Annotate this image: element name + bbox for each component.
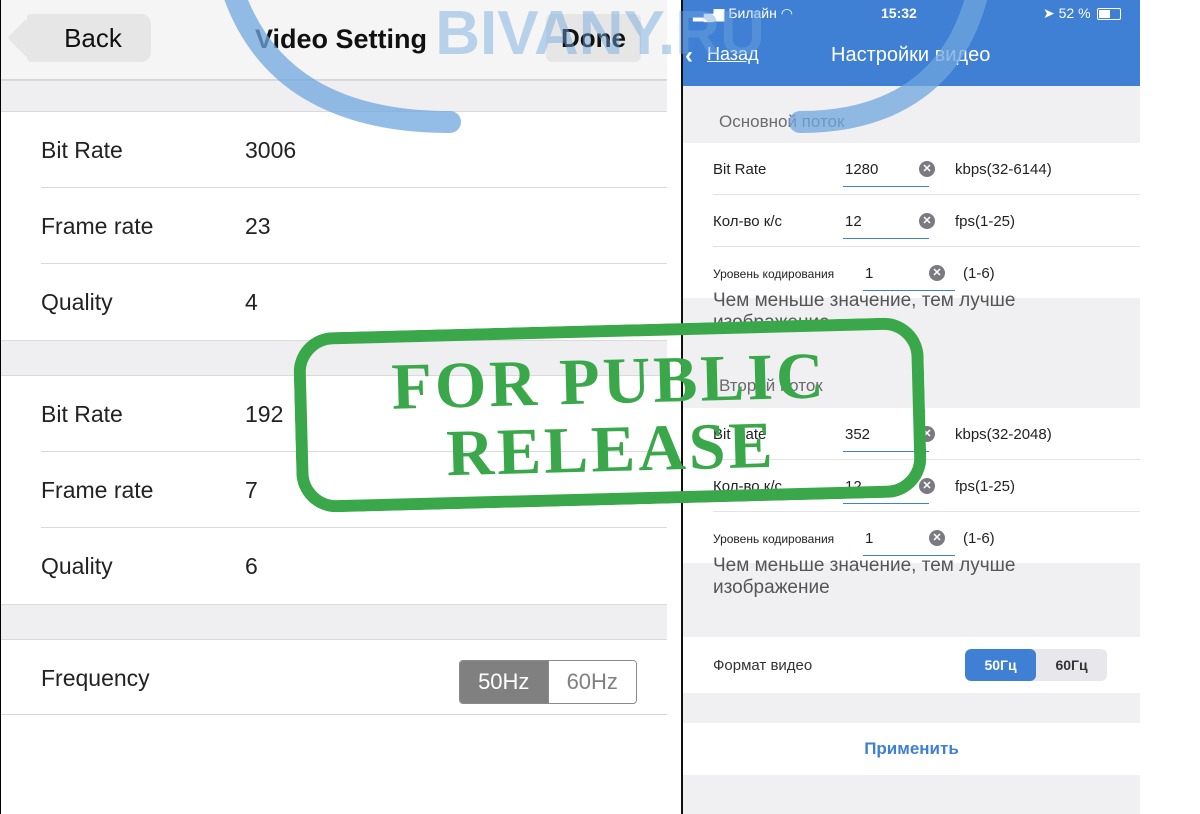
second-bitrate-row: Bit Rate 352 ✕ kbps(32-2048) bbox=[683, 408, 1140, 460]
main-stream-header: Основной поток bbox=[683, 92, 1140, 132]
main-encoding-range: (1-6) bbox=[963, 265, 995, 282]
frequency-60hz-segment[interactable]: 60Hz bbox=[547, 661, 636, 703]
battery-indicator: ➤ 52 % bbox=[1043, 5, 1122, 22]
clear-icon[interactable]: ✕ bbox=[919, 426, 935, 442]
quality-value[interactable]: 4 bbox=[245, 264, 258, 340]
second-bitrate-label: Bit Rate bbox=[713, 426, 767, 443]
clear-icon[interactable]: ✕ bbox=[919, 478, 935, 494]
frame-rate-label: Frame rate bbox=[41, 477, 154, 503]
main-stream-card: Bit Rate 1280 ✕ kbps(32-6144) Кол-во к/с… bbox=[683, 143, 1140, 298]
quality-row-2[interactable]: Quality 6 bbox=[1, 528, 667, 604]
status-bar: ▂▄▆ Билайн ◠ 15:32 ➤ 52 % bbox=[683, 0, 1140, 30]
format-60hz-segment[interactable]: 60Гц bbox=[1036, 649, 1107, 681]
frame-rate-row[interactable]: Frame rate 23 bbox=[1, 188, 667, 264]
signal-icon: ▂▄▆ bbox=[693, 5, 725, 21]
legacy-video-settings-screen: Back Video Setting Done Bit Rate 3006 Fr… bbox=[0, 0, 667, 814]
main-bitrate-label: Bit Rate bbox=[713, 161, 767, 178]
main-bitrate-input[interactable]: 1280 bbox=[845, 161, 878, 178]
navigation-bar: Back Video Setting Done bbox=[1, 0, 667, 80]
bit-rate-label: Bit Rate bbox=[41, 137, 123, 163]
frame-rate-value[interactable]: 23 bbox=[245, 188, 271, 264]
main-encoding-input[interactable]: 1 bbox=[865, 265, 873, 282]
frequency-row: Frequency 50Hz 60Hz bbox=[1, 640, 667, 716]
clear-icon[interactable]: ✕ bbox=[919, 213, 935, 229]
frequency-label: Frequency bbox=[41, 665, 150, 691]
video-format-label: Формат видео bbox=[713, 657, 813, 674]
back-link[interactable]: ‹ Назад bbox=[685, 42, 759, 69]
second-bitrate-input[interactable]: 352 bbox=[845, 426, 870, 443]
blue-header: ▂▄▆ Билайн ◠ 15:32 ➤ 52 % ‹ Назад Настро… bbox=[683, 0, 1140, 86]
main-bitrate-range: kbps(32-6144) bbox=[955, 161, 1052, 178]
carrier-indicator: ▂▄▆ Билайн ◠ bbox=[693, 5, 793, 22]
clear-icon[interactable]: ✕ bbox=[929, 530, 945, 546]
bit-rate-label: Bit Rate bbox=[41, 401, 123, 427]
quality-value[interactable]: 6 bbox=[245, 528, 258, 604]
input-underline bbox=[843, 451, 929, 452]
page-title: Настройки видео bbox=[831, 44, 991, 66]
bit-rate-row[interactable]: Bit Rate 3006 bbox=[1, 112, 667, 188]
second-quality-hint: Чем меньше значение, тем лучше изображен… bbox=[713, 555, 1016, 598]
section-bottom-border bbox=[1, 714, 667, 715]
main-stream-title: Основной поток bbox=[719, 112, 845, 131]
frame-rate-value[interactable]: 7 bbox=[245, 452, 258, 528]
new-video-settings-screen: ▂▄▆ Билайн ◠ 15:32 ➤ 52 % ‹ Назад Настро… bbox=[683, 0, 1140, 814]
quality-row[interactable]: Quality 4 bbox=[1, 264, 667, 340]
frequency-50hz-segment[interactable]: 50Hz bbox=[460, 661, 548, 703]
main-quality-hint: Чем меньше значение, тем лучше изображен… bbox=[713, 290, 1016, 333]
back-button-label: Back bbox=[64, 23, 122, 53]
second-fps-input[interactable]: 12 bbox=[845, 478, 862, 495]
main-fps-input[interactable]: 12 bbox=[845, 213, 862, 230]
status-time: 15:32 bbox=[881, 5, 917, 21]
input-underline bbox=[843, 238, 929, 239]
battery-icon bbox=[1097, 8, 1122, 21]
chevron-left-icon: ‹ bbox=[685, 42, 693, 69]
main-encoding-label: Уровень кодирования bbox=[713, 267, 835, 281]
second-bitrate-range: kbps(32-2048) bbox=[955, 426, 1052, 443]
battery-percent: 52 % bbox=[1058, 5, 1091, 21]
frame-rate-label: Frame rate bbox=[41, 213, 154, 239]
second-stream-header: Второй поток bbox=[683, 356, 1140, 396]
second-fps-row: Кол-во к/с 12 ✕ fps(1-25) bbox=[683, 460, 1140, 512]
input-underline bbox=[843, 186, 929, 187]
main-fps-label: Кол-во к/с bbox=[713, 213, 783, 230]
back-link-label: Назад bbox=[707, 44, 759, 64]
quality-label: Quality bbox=[41, 289, 113, 315]
bit-rate-value[interactable]: 3006 bbox=[245, 112, 296, 188]
frame-rate-row-2[interactable]: Frame rate 7 bbox=[1, 452, 667, 528]
bit-rate-value[interactable]: 192 bbox=[245, 376, 283, 452]
bit-rate-row-2[interactable]: Bit Rate 192 bbox=[1, 376, 667, 452]
location-arrow-icon: ➤ bbox=[1043, 5, 1055, 21]
section-gap bbox=[1, 340, 667, 376]
carrier-name: Билайн bbox=[728, 5, 777, 21]
main-fps-range: fps(1-25) bbox=[955, 213, 1016, 230]
second-encoding-label: Уровень кодирования bbox=[713, 532, 835, 546]
format-50hz-segment[interactable]: 50Гц bbox=[965, 649, 1036, 681]
apply-button[interactable]: Применить bbox=[683, 723, 1140, 775]
second-stream-title: Второй поток bbox=[719, 376, 823, 395]
section-gap bbox=[1, 80, 667, 112]
page-title: Video Setting bbox=[254, 24, 428, 54]
main-bitrate-row: Bit Rate 1280 ✕ kbps(32-6144) bbox=[683, 143, 1140, 195]
second-encoding-range: (1-6) bbox=[963, 530, 995, 547]
second-encoding-input[interactable]: 1 bbox=[865, 530, 873, 547]
clear-icon[interactable]: ✕ bbox=[929, 265, 945, 281]
input-underline bbox=[843, 503, 929, 504]
clear-icon[interactable]: ✕ bbox=[919, 161, 935, 177]
video-format-segmented-control: 50Гц 60Гц bbox=[965, 649, 1107, 681]
video-format-row: Формат видео 50Гц 60Гц bbox=[683, 637, 1140, 693]
wifi-icon: ◠ bbox=[780, 5, 793, 21]
quality-label: Quality bbox=[41, 553, 113, 579]
done-button[interactable]: Done bbox=[546, 14, 641, 62]
frequency-segmented-control: 50Hz 60Hz bbox=[459, 660, 637, 704]
section-gap bbox=[1, 604, 667, 640]
back-button[interactable]: Back bbox=[27, 14, 151, 62]
second-fps-range: fps(1-25) bbox=[955, 478, 1016, 495]
main-fps-row: Кол-во к/с 12 ✕ fps(1-25) bbox=[683, 195, 1140, 247]
second-fps-label: Кол-во к/с bbox=[713, 478, 783, 495]
second-stream-card: Bit Rate 352 ✕ kbps(32-2048) Кол-во к/с … bbox=[683, 408, 1140, 563]
